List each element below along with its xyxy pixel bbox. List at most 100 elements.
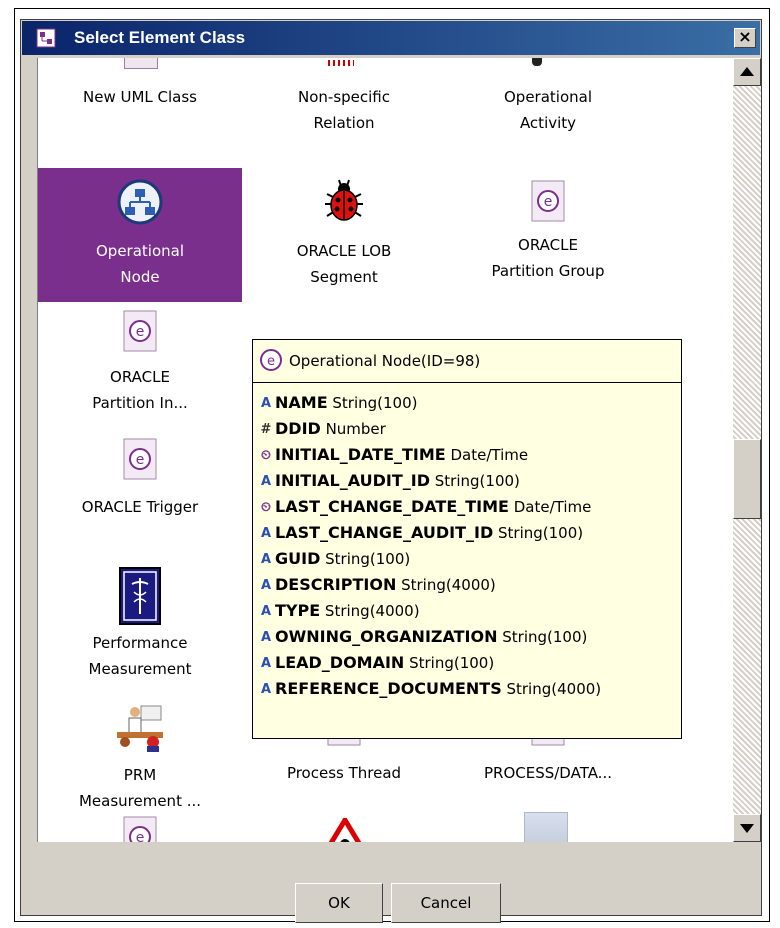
attribute-name: LAST_CHANGE_DATE_TIME bbox=[275, 497, 509, 516]
item-label: ORACLE bbox=[518, 236, 578, 254]
blank-icon bbox=[524, 812, 568, 842]
attribute-type: String(100) bbox=[404, 654, 495, 672]
attribute-row: A OWNING_ORGANIZATION String(100) bbox=[257, 624, 587, 650]
list-item-oracle-trigger[interactable]: e ORACLE Trigger bbox=[38, 438, 242, 520]
item-label: Operational bbox=[95, 242, 184, 260]
presenter-icon bbox=[117, 705, 163, 752]
element-class-list[interactable]: New UML Class Non-specific Relation Oper… bbox=[37, 58, 734, 842]
item-label: Partition Group bbox=[491, 262, 605, 280]
arrow-up-icon bbox=[740, 67, 754, 76]
warning-sign-icon bbox=[328, 818, 362, 842]
list-item-oracle-partition-group[interactable]: e ORACLE Partition Group bbox=[446, 168, 650, 284]
entity-icon: e bbox=[123, 438, 157, 480]
item-label: Node bbox=[120, 268, 160, 286]
string-type-icon: A bbox=[260, 473, 272, 489]
string-type-icon: A bbox=[260, 681, 272, 697]
string-type-icon: A bbox=[260, 551, 272, 567]
button-bar: OK Cancel bbox=[21, 847, 761, 923]
attribute-type: String(100) bbox=[430, 472, 520, 490]
item-label: PROCESS/DATA... bbox=[483, 764, 612, 782]
datetime-type-icon: ⏲ bbox=[260, 499, 272, 515]
entity-icon: e bbox=[123, 310, 157, 352]
close-button[interactable]: × bbox=[734, 28, 756, 48]
list-item-oracle-partition-in[interactable]: e ORACLE Partition In... bbox=[38, 306, 242, 416]
scroll-thumb[interactable] bbox=[733, 439, 761, 519]
list-item-oracle-lob-segment[interactable]: ORACLE LOB Segment bbox=[242, 168, 446, 290]
item-label: PRM bbox=[123, 766, 157, 784]
attribute-row: A LEAD_DOMAIN String(100) bbox=[257, 650, 494, 676]
relation-icon bbox=[328, 60, 354, 66]
item-label: Measurement ... bbox=[78, 792, 202, 810]
attribute-type: String(4000) bbox=[396, 576, 496, 594]
list-item-prm-measurement[interactable]: PRM Measurement ... bbox=[38, 702, 242, 814]
attribute-type: String(4000) bbox=[320, 602, 420, 620]
attribute-row: A DESCRIPTION String(4000) bbox=[257, 572, 496, 598]
item-label: ORACLE LOB bbox=[296, 242, 392, 260]
attribute-name: REFERENCE_DOCUMENTS bbox=[275, 679, 502, 698]
attribute-row: ⏲ INITIAL_DATE_TIME Date/Time bbox=[257, 442, 528, 468]
item-label: Process Thread bbox=[286, 764, 402, 782]
item-label: Partition In... bbox=[92, 394, 188, 412]
string-type-icon: A bbox=[260, 655, 272, 671]
list-item-performance-measurement[interactable]: Performance Measurement bbox=[38, 566, 242, 682]
string-type-icon: A bbox=[260, 577, 272, 593]
item-label: Measurement bbox=[88, 660, 192, 678]
svg-text:e: e bbox=[267, 354, 275, 369]
attribute-name: GUID bbox=[275, 549, 321, 568]
attribute-name: DDID bbox=[275, 419, 321, 438]
string-type-icon: A bbox=[260, 395, 272, 411]
item-label: Relation bbox=[313, 114, 375, 132]
svg-text:e: e bbox=[136, 452, 145, 468]
item-label: ORACLE Trigger bbox=[81, 498, 199, 516]
attribute-row: A NAME String(100) bbox=[257, 390, 418, 416]
attribute-name: DESCRIPTION bbox=[275, 575, 397, 594]
attribute-row: ⏲ LAST_CHANGE_DATE_TIME Date/Time bbox=[257, 494, 591, 520]
attribute-name: TYPE bbox=[275, 601, 321, 620]
attribute-name: LAST_CHANGE_AUDIT_ID bbox=[275, 523, 494, 542]
item-label: Activity bbox=[519, 114, 577, 132]
tooltip-header: e Operational Node(ID=98) bbox=[253, 340, 681, 383]
cancel-button[interactable]: Cancel bbox=[391, 883, 501, 923]
select-element-class-dialog: Select Element Class × New UML Class Non… bbox=[20, 19, 762, 923]
activity-icon bbox=[532, 58, 542, 66]
attribute-row: A TYPE String(4000) bbox=[257, 598, 420, 624]
attribute-name: LEAD_DOMAIN bbox=[275, 653, 405, 672]
entity-icon: e bbox=[531, 180, 565, 222]
attribute-name: NAME bbox=[275, 393, 328, 412]
dialog-app-icon bbox=[36, 28, 56, 48]
list-item-operational-node[interactable]: Operational Node bbox=[38, 168, 242, 302]
attribute-row: A INITIAL_AUDIT_ID String(100) bbox=[257, 468, 520, 494]
item-label: ORACLE bbox=[110, 368, 170, 386]
list-item-new-uml-class[interactable]: New UML Class bbox=[38, 84, 242, 110]
entity-icon: e bbox=[123, 816, 157, 842]
entity-icon: e bbox=[260, 349, 282, 371]
caduceus-icon bbox=[119, 567, 161, 625]
attribute-type: String(100) bbox=[493, 524, 584, 542]
ok-button[interactable]: OK bbox=[295, 883, 383, 923]
attribute-row: A LAST_CHANGE_AUDIT_ID String(100) bbox=[257, 520, 583, 546]
svg-text:e: e bbox=[544, 194, 553, 210]
attribute-row: A GUID String(100) bbox=[257, 546, 410, 572]
title-bar[interactable]: Select Element Class × bbox=[22, 21, 760, 55]
uml-class-icon bbox=[124, 58, 158, 69]
scroll-down-button[interactable] bbox=[733, 814, 761, 842]
element-tooltip: e Operational Node(ID=98) A NAME String(1… bbox=[252, 339, 682, 739]
scroll-up-button[interactable] bbox=[733, 58, 761, 86]
svg-text:e: e bbox=[136, 830, 145, 842]
attribute-type: String(4000) bbox=[501, 680, 602, 698]
item-label: Operational bbox=[503, 88, 592, 106]
string-type-icon: A bbox=[260, 603, 272, 619]
list-item-non-specific-relation[interactable]: Non-specific Relation bbox=[242, 84, 446, 136]
attribute-type: Number bbox=[320, 420, 386, 438]
item-label: Non-specific bbox=[298, 88, 390, 106]
attribute-type: String(100) bbox=[497, 628, 588, 646]
svg-text:e: e bbox=[136, 324, 145, 340]
string-type-icon: A bbox=[260, 525, 272, 541]
attribute-name: OWNING_ORGANIZATION bbox=[275, 627, 498, 646]
vertical-scrollbar[interactable] bbox=[733, 58, 761, 842]
datetime-type-icon: ⏲ bbox=[260, 447, 272, 463]
item-label: Performance bbox=[92, 634, 188, 652]
attribute-row: # DDID Number bbox=[257, 416, 386, 442]
list-item-operational-activity[interactable]: Operational Activity bbox=[446, 84, 650, 136]
number-type-icon: # bbox=[260, 421, 272, 437]
